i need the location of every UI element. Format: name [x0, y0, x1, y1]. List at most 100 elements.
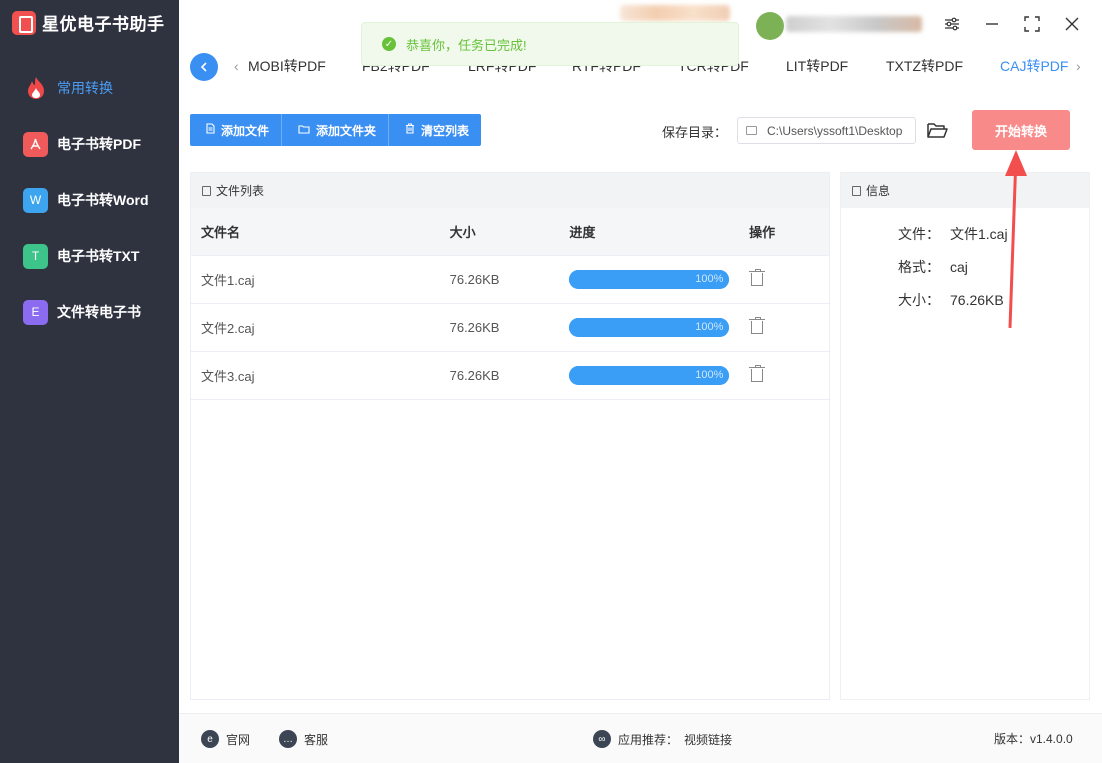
recommend-section: ∞ 应用推荐： 视频链接	[593, 730, 732, 748]
sidebar-nav: 常用转换 电子书转PDF W 电子书转Word T 电子书转TXT E 文件转电…	[0, 60, 179, 340]
browse-folder-icon[interactable]	[926, 120, 948, 140]
sidebar-item-label: 常用转换	[57, 80, 113, 96]
info-title: 信息	[866, 184, 891, 198]
save-dir-value: C:\Users\yssoft1\Desktop	[767, 123, 903, 138]
toast-message: 恭喜你，任务已完成!	[406, 37, 527, 53]
file-list-panel: 文件列表 文件名 大小 进度 操作 文件1.caj 76.26KB 100% 文件2.…	[190, 172, 830, 700]
start-convert-button[interactable]: 开始转换	[972, 110, 1070, 150]
sidebar-item-ebook-to-word[interactable]: W 电子书转Word	[0, 172, 179, 228]
info-size-value: 76.26KB	[950, 292, 1004, 308]
clear-list-button[interactable]: 清空列表	[389, 114, 482, 146]
check-circle-icon: ✓	[382, 37, 396, 51]
column-header-progress: 进度	[569, 225, 596, 240]
support-label: 客服	[304, 732, 329, 747]
delete-icon[interactable]	[749, 317, 766, 334]
app-brand: 星优电子书助手	[12, 10, 165, 35]
ebook-icon: E	[23, 299, 48, 325]
file-size-cell: 76.26KB	[449, 320, 500, 335]
maximize-icon[interactable]	[1020, 12, 1044, 36]
file-list-title: 文件列表	[216, 184, 265, 198]
info-panel: 信息 文件： 文件1.caj 格式： caj 大小： 76.26KB	[840, 172, 1090, 700]
add-file-label: 添加文件	[221, 123, 270, 138]
sidebar-item-common[interactable]: 常用转换	[0, 60, 179, 116]
column-header-size: 大小	[449, 225, 476, 240]
progress-bar: 100%	[569, 270, 730, 289]
clear-list-label: 清空列表	[421, 123, 470, 138]
delete-icon[interactable]	[749, 365, 766, 382]
info-file-row: 文件： 文件1.caj	[898, 224, 1008, 244]
info-icon	[852, 185, 861, 196]
pdf-icon	[23, 131, 48, 157]
column-header-name: 文件名	[201, 225, 241, 240]
progress-bar: 100%	[569, 318, 730, 337]
progress-text: 100%	[695, 369, 724, 381]
blurred-username	[786, 16, 922, 32]
sidebar: 星优电子书助手 常用转换 电子书转PDF W 电子书转Word T 电子书转TX…	[0, 0, 179, 763]
table-row[interactable]: 文件2.caj 76.26KB 100%	[191, 304, 829, 352]
progress-text: 100%	[695, 273, 724, 285]
info-size-row: 大小： 76.26KB	[898, 290, 1004, 310]
save-dir-input[interactable]: C:\Users\yssoft1\Desktop	[737, 117, 916, 144]
blurred-banner	[620, 5, 730, 21]
file-size-cell: 76.26KB	[449, 368, 500, 383]
sidebar-item-label: 电子书转PDF	[57, 136, 141, 152]
file-icon	[206, 123, 215, 137]
table-row[interactable]: 文件3.caj 76.26KB 100%	[191, 352, 829, 400]
table-row[interactable]: 文件1.caj 76.26KB 100%	[191, 256, 829, 304]
minimize-icon[interactable]	[980, 12, 1004, 36]
file-size-cell: 76.26KB	[449, 272, 500, 287]
progress-bar: 100%	[569, 366, 730, 385]
tab-txtz-to-pdf[interactable]: TXTZ转PDF	[886, 56, 963, 76]
success-toast: ✓ 恭喜你，任务已完成!	[361, 22, 739, 66]
link-icon: ∞	[593, 730, 611, 748]
txt-icon: T	[23, 243, 48, 269]
table-header: 文件名 大小 进度 操作	[191, 208, 829, 256]
column-header-action: 操作	[749, 225, 776, 240]
back-button[interactable]	[190, 53, 218, 81]
version-text: 版本：v1.4.0.0	[994, 732, 1073, 746]
sidebar-item-label: 电子书转TXT	[57, 248, 140, 264]
chevron-right-icon[interactable]: ›	[1076, 58, 1081, 74]
footer: e 官网 … 客服 ∞ 应用推荐： 视频链接 版本：v1.4.0.0	[179, 713, 1102, 763]
file-name-cell: 文件1.caj	[201, 273, 255, 288]
action-cell	[749, 317, 829, 334]
info-format-row: 格式： caj	[898, 257, 968, 277]
list-icon	[202, 185, 211, 196]
recommend-link[interactable]: 视频链接	[684, 731, 732, 748]
close-icon[interactable]	[1060, 12, 1084, 36]
website-link[interactable]: e 官网	[201, 730, 250, 748]
info-file-value: 文件1.caj	[950, 226, 1008, 242]
progress-cell: 100%	[569, 366, 749, 385]
add-file-button[interactable]: 添加文件	[190, 114, 283, 146]
progress-cell: 100%	[569, 270, 749, 289]
sidebar-item-ebook-to-txt[interactable]: T 电子书转TXT	[0, 228, 179, 284]
tab-caj-to-pdf[interactable]: CAJ转PDF	[1000, 56, 1068, 76]
chat-icon: …	[279, 730, 297, 748]
flame-icon	[23, 76, 48, 101]
add-folder-button[interactable]: 添加文件夹	[282, 114, 390, 146]
support-link[interactable]: … 客服	[279, 730, 328, 748]
settings-icon[interactable]	[940, 12, 964, 36]
info-format-value: caj	[950, 259, 968, 275]
tab-lit-to-pdf[interactable]: LIT转PDF	[786, 56, 848, 76]
file-name-cell: 文件3.caj	[201, 369, 255, 384]
sidebar-item-ebook-to-pdf[interactable]: 电子书转PDF	[0, 116, 179, 172]
folder-outline-icon	[746, 126, 757, 135]
info-size-label: 大小：	[898, 292, 940, 308]
file-list-header: 文件列表	[191, 173, 829, 208]
app-logo-icon	[12, 10, 36, 35]
sidebar-item-label: 电子书转Word	[57, 192, 149, 208]
avatar[interactable]	[756, 12, 784, 40]
info-header: 信息	[841, 173, 1089, 208]
file-name-cell: 文件2.caj	[201, 321, 255, 336]
delete-icon[interactable]	[749, 269, 766, 286]
tab-mobi-to-pdf[interactable]: MOBI转PDF	[248, 56, 326, 76]
add-folder-label: 添加文件夹	[316, 123, 377, 138]
chevron-left-icon[interactable]: ‹	[234, 58, 239, 74]
file-action-group: 添加文件 添加文件夹 清空列表	[190, 114, 482, 146]
word-icon: W	[23, 187, 48, 213]
info-file-label: 文件：	[898, 226, 940, 242]
sidebar-item-file-to-ebook[interactable]: E 文件转电子书	[0, 284, 179, 340]
recommend-label: 应用推荐：	[618, 732, 679, 747]
app-name: 星优电子书助手	[42, 15, 165, 34]
